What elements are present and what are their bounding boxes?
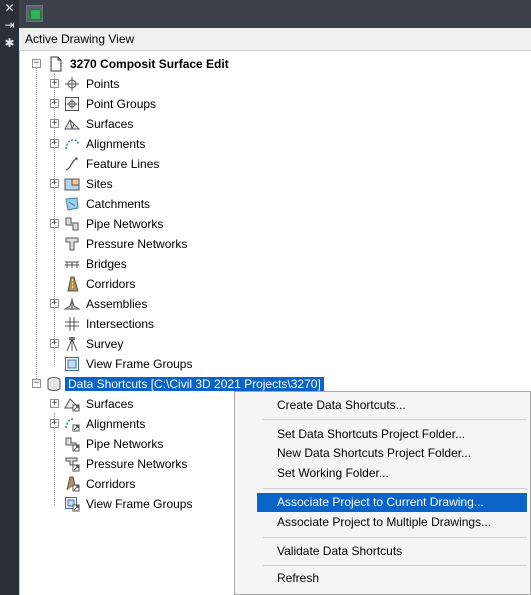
menu-separator (263, 488, 527, 489)
ds-item-pressure-networks[interactable]: Pressure Networks (20, 454, 230, 474)
tree-item-survey[interactable]: + Survey (20, 334, 520, 354)
ds-item-view-frame-groups[interactable]: View Frame Groups (20, 494, 230, 514)
points-icon (65, 77, 79, 91)
ds-item-corridors[interactable]: Corridors (20, 474, 230, 494)
tree-item-alignments[interactable]: + Alignments (20, 134, 520, 154)
database-icon (47, 377, 61, 391)
feature-lines-icon (65, 157, 78, 171)
tree-root[interactable]: − 3270 Composit Surface Edit (20, 54, 520, 74)
intersections-icon (65, 317, 79, 331)
expand-toggle[interactable]: + (50, 219, 59, 228)
settings-icon[interactable]: ✱ (3, 37, 16, 50)
view-frame-groups-icon (65, 357, 79, 371)
corridors-shortcut-icon (66, 476, 80, 492)
pressure-networks-shortcut-icon (65, 457, 80, 472)
tree-root-label: 3270 Composit Surface Edit (70, 57, 229, 71)
drawing-icon (50, 56, 62, 72)
expand-toggle[interactable]: + (50, 179, 59, 188)
menu-associate-multiple-drawings[interactable]: Associate Project to Multiple Drawings..… (257, 513, 527, 532)
tree-item-pressure-networks[interactable]: Pressure Networks (20, 234, 520, 254)
close-icon[interactable]: ✕ (3, 2, 16, 15)
cube-icon (30, 9, 41, 20)
tree-item-surfaces[interactable]: + Surfaces (20, 114, 520, 134)
menu-associate-current-drawing[interactable]: Associate Project to Current Drawing... (257, 493, 527, 512)
surfaces-shortcut-icon (64, 398, 80, 412)
pipe-networks-icon (65, 217, 79, 231)
tree-item-view-frame-groups[interactable]: View Frame Groups (20, 354, 520, 374)
tree-item-catchments[interactable]: Catchments (20, 194, 520, 214)
collapse-toggle[interactable]: − (32, 379, 41, 388)
pressure-networks-icon (65, 237, 79, 251)
pipe-networks-shortcut-icon (65, 437, 80, 452)
tree-item-sites[interactable]: + Sites (20, 174, 520, 194)
menu-set-project-folder[interactable]: Set Data Shortcuts Project Folder... (257, 425, 527, 444)
ds-item-surfaces[interactable]: + Surfaces (20, 394, 230, 414)
ds-item-pipe-networks[interactable]: Pipe Networks (20, 434, 230, 454)
bridges-icon (65, 261, 79, 268)
expand-toggle[interactable]: + (50, 299, 59, 308)
menu-create-data-shortcuts[interactable]: Create Data Shortcuts... (257, 396, 527, 415)
view-frame-groups-shortcut-icon (65, 497, 80, 512)
menu-new-project-folder[interactable]: New Data Shortcuts Project Folder... (257, 444, 527, 463)
assemblies-icon (64, 298, 80, 310)
menu-separator (263, 537, 527, 538)
expand-toggle[interactable]: + (50, 419, 59, 428)
view-title: Active Drawing View (25, 32, 135, 46)
side-strip: ✕ ⇥ ✱ (0, 0, 19, 595)
catchments-icon (65, 197, 79, 211)
toolspace-button[interactable] (26, 5, 43, 22)
survey-icon (66, 337, 78, 352)
tree-item-point-groups[interactable]: + Point Groups (20, 94, 520, 114)
expand-toggle[interactable]: + (50, 79, 59, 88)
expand-toggle[interactable]: + (50, 139, 59, 148)
corridors-icon (67, 276, 79, 292)
tree-item-bridges[interactable]: Bridges (20, 254, 520, 274)
expand-toggle[interactable]: + (50, 399, 59, 408)
expand-toggle[interactable]: + (50, 339, 59, 348)
tree-item-intersections[interactable]: Intersections (20, 314, 520, 334)
toolbar (19, 0, 531, 28)
expand-toggle[interactable]: + (50, 99, 59, 108)
tree-item-assemblies[interactable]: + Assemblies (20, 294, 520, 314)
menu-separator (263, 565, 527, 566)
alignments-icon (65, 139, 79, 150)
menu-refresh[interactable]: Refresh (257, 569, 527, 588)
point-groups-icon (65, 97, 79, 111)
tree-item-feature-lines[interactable]: Feature Lines (20, 154, 520, 174)
auto-hide-icon[interactable]: ⇥ (3, 19, 16, 32)
expand-toggle[interactable]: + (50, 119, 59, 128)
menu-validate-data-shortcuts[interactable]: Validate Data Shortcuts (257, 542, 527, 561)
context-menu: Create Data Shortcuts... Set Data Shortc… (234, 391, 531, 595)
data-shortcuts-label: Data Shortcuts [C:\Civil 3D 2021 Project… (65, 377, 324, 391)
tree-item-points[interactable]: + Points (20, 74, 520, 94)
sites-icon (64, 178, 80, 191)
surfaces-icon (64, 119, 80, 130)
view-selector[interactable]: Active Drawing View (19, 28, 531, 51)
menu-separator (263, 419, 527, 420)
menu-set-working-folder[interactable]: Set Working Folder... (257, 464, 527, 483)
ds-item-alignments[interactable]: + Alignments (20, 414, 230, 434)
tree-item-corridors[interactable]: Corridors (20, 274, 520, 294)
collapse-toggle[interactable]: − (32, 59, 41, 68)
alignments-shortcut-icon (65, 418, 80, 432)
tree-item-pipe-networks[interactable]: + Pipe Networks (20, 214, 520, 234)
